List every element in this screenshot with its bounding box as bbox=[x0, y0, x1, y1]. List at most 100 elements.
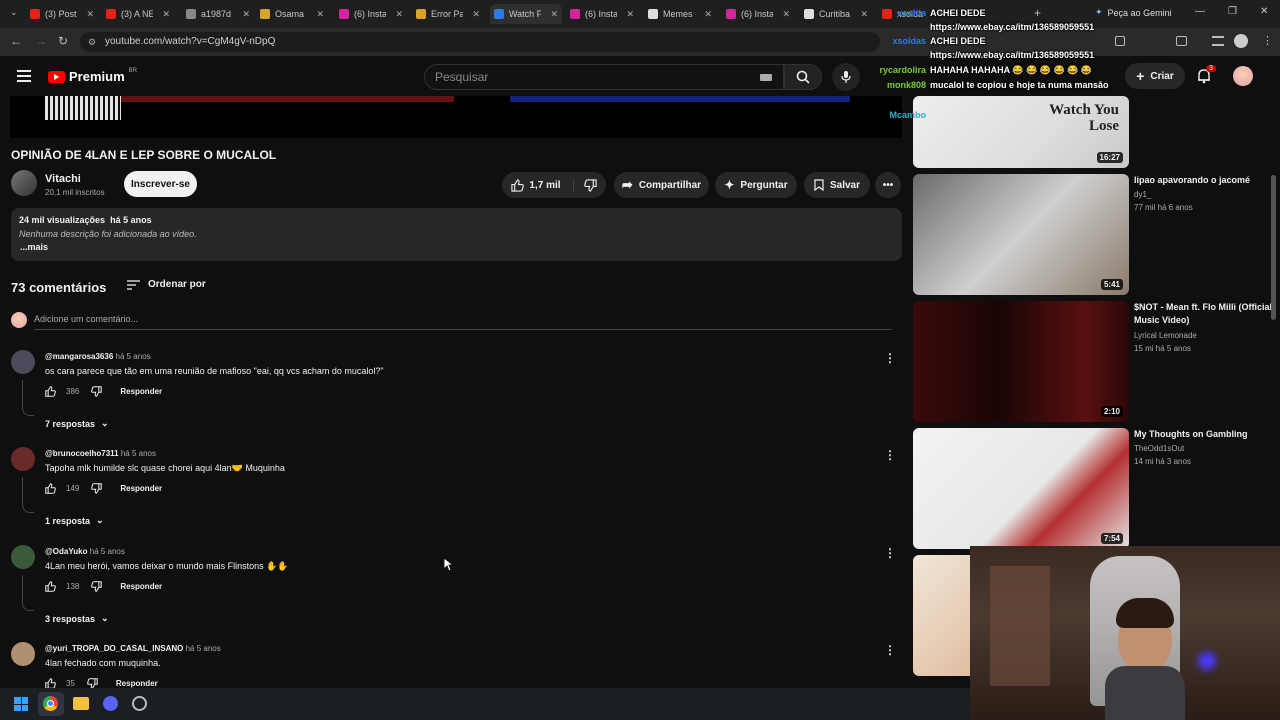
comment-like-button[interactable]: 386 bbox=[45, 386, 79, 397]
add-comment-input[interactable]: Adicione um comentário... bbox=[34, 312, 892, 330]
new-tab-icon[interactable]: + bbox=[1034, 6, 1041, 20]
keyboard-icon[interactable] bbox=[760, 74, 772, 81]
minimize-icon[interactable]: — bbox=[1195, 6, 1205, 17]
browser-tab[interactable]: Watch F ✕ bbox=[490, 4, 562, 24]
comment-menu-icon[interactable]: ⋮ bbox=[884, 643, 896, 657]
view-replies-button[interactable]: 7 respostas ⌄ bbox=[45, 418, 109, 429]
cast-icon[interactable] bbox=[1176, 36, 1187, 46]
site-info-icon[interactable]: ⚙ bbox=[88, 32, 96, 52]
discord-icon[interactable] bbox=[103, 696, 118, 711]
sidebar-video-thumbnail[interactable]: 5:41 bbox=[913, 174, 1129, 295]
gemini-button[interactable]: ✦ Peça ao Gemini bbox=[1095, 7, 1172, 18]
maximize-icon[interactable]: ❐ bbox=[1228, 6, 1237, 17]
hamburger-menu-icon[interactable] bbox=[17, 70, 31, 82]
sidebar-video-thumbnail[interactable]: 7:54 bbox=[913, 428, 1129, 549]
sidebar-video-title[interactable]: $NOT - Mean ft. Flo Milli (Official Musi… bbox=[1134, 301, 1274, 327]
close-window-icon[interactable]: ✕ bbox=[1260, 6, 1268, 17]
channel-avatar[interactable] bbox=[11, 170, 37, 196]
browser-tab[interactable]: (6) Insta ✕ bbox=[722, 4, 794, 24]
sidebar-scrollbar[interactable] bbox=[1271, 175, 1276, 320]
close-tab-icon[interactable]: ✕ bbox=[86, 9, 94, 20]
ask-button[interactable]: ✦ Perguntar bbox=[715, 172, 797, 198]
view-replies-button[interactable]: 3 respostas ⌄ bbox=[45, 613, 109, 624]
like-button[interactable]: 1,7 mil bbox=[511, 178, 574, 192]
search-button[interactable] bbox=[784, 64, 822, 90]
close-tab-icon[interactable]: ✕ bbox=[162, 9, 170, 20]
browser-tab[interactable]: (3) A NE ✕ bbox=[102, 4, 174, 24]
browser-tab[interactable]: (6) Insta ✕ bbox=[566, 4, 638, 24]
video-player[interactable] bbox=[10, 96, 902, 138]
sidebar-video-thumbnail[interactable]: 2:10 bbox=[913, 301, 1129, 422]
comment-menu-icon[interactable]: ⋮ bbox=[884, 448, 896, 462]
close-tab-icon[interactable]: ✕ bbox=[860, 9, 868, 20]
comment-author[interactable]: @brunocoelho7311 bbox=[45, 449, 119, 458]
save-button[interactable]: Salvar bbox=[804, 172, 870, 198]
sidebar-channel-name[interactable]: Lyrical Lemonade bbox=[1134, 331, 1197, 340]
browser-tab[interactable]: Error Pa ✕ bbox=[412, 4, 484, 24]
back-icon[interactable]: ← bbox=[10, 34, 22, 48]
close-tab-icon[interactable]: ✕ bbox=[782, 9, 790, 20]
commenter-avatar[interactable] bbox=[11, 350, 35, 374]
windows-start-icon[interactable] bbox=[14, 697, 28, 711]
sort-button[interactable]: Ordenar por bbox=[127, 279, 206, 290]
more-actions-button[interactable]: ••• bbox=[875, 172, 901, 198]
tab-list-icon[interactable]: ⌄ bbox=[10, 7, 18, 18]
share-button[interactable]: ➦ Compartilhar bbox=[614, 172, 709, 198]
comment-author[interactable]: @mangarosa3636 bbox=[45, 352, 113, 361]
close-tab-icon[interactable]: ✕ bbox=[472, 9, 480, 20]
close-tab-icon[interactable]: ✕ bbox=[316, 9, 324, 20]
forward-icon[interactable]: → bbox=[35, 34, 47, 48]
reply-button[interactable]: Responder bbox=[120, 387, 162, 396]
commenter-avatar[interactable] bbox=[11, 545, 35, 569]
comment-dislike-button[interactable] bbox=[91, 483, 103, 494]
close-tab-icon[interactable]: ✕ bbox=[550, 9, 558, 20]
dislike-button[interactable] bbox=[580, 178, 597, 192]
show-more-link[interactable]: ...mais bbox=[20, 242, 48, 252]
subscribe-button[interactable]: Inscrever-se bbox=[124, 171, 197, 197]
address-bar[interactable]: ⚙ youtube.com/watch?v=CgM4gV-nDpQ bbox=[80, 32, 880, 52]
comment-time[interactable]: há 5 anos bbox=[90, 547, 125, 556]
close-tab-icon[interactable]: ✕ bbox=[395, 9, 403, 20]
close-tab-icon[interactable]: ✕ bbox=[626, 9, 634, 20]
voice-search-button[interactable] bbox=[832, 63, 860, 91]
reply-button[interactable]: Responder bbox=[116, 679, 158, 688]
close-tab-icon[interactable]: ✕ bbox=[242, 9, 250, 20]
comment-author[interactable]: @OdaYuko bbox=[45, 547, 87, 556]
file-explorer-icon[interactable] bbox=[73, 697, 89, 710]
profile-avatar[interactable] bbox=[1234, 34, 1248, 48]
reload-icon[interactable]: ↻ bbox=[58, 34, 68, 48]
reply-button[interactable]: Responder bbox=[120, 582, 162, 591]
commenter-avatar[interactable] bbox=[11, 447, 35, 471]
sidebar-channel-name[interactable]: dy1_ bbox=[1134, 190, 1151, 199]
sidebar-video-thumbnail[interactable]: Watch You Lose 16:27 bbox=[913, 96, 1129, 168]
comment-dislike-button[interactable] bbox=[91, 581, 103, 592]
comment-menu-icon[interactable]: ⋮ bbox=[884, 351, 896, 365]
notifications-button[interactable]: 3 bbox=[1196, 65, 1216, 84]
search-input[interactable]: Pesquisar bbox=[424, 64, 784, 90]
chrome-icon[interactable] bbox=[43, 696, 58, 711]
comment-like-button[interactable]: 138 bbox=[45, 581, 79, 592]
create-button[interactable]: + Criar bbox=[1125, 63, 1185, 89]
commenter-avatar[interactable] bbox=[11, 642, 35, 666]
view-replies-button[interactable]: 1 resposta ⌄ bbox=[45, 515, 104, 526]
browser-tab[interactable]: a1987d ✕ bbox=[182, 4, 254, 24]
reply-button[interactable]: Responder bbox=[120, 484, 162, 493]
browser-tab[interactable]: (6) Insta ✕ bbox=[335, 4, 407, 24]
close-tab-icon[interactable]: ✕ bbox=[704, 9, 712, 20]
comment-time[interactable]: há 5 anos bbox=[116, 352, 151, 361]
channel-name[interactable]: Vitachi bbox=[45, 173, 81, 185]
account-avatar[interactable] bbox=[1233, 66, 1253, 86]
comment-like-button[interactable]: 149 bbox=[45, 483, 79, 494]
comment-menu-icon[interactable]: ⋮ bbox=[884, 546, 896, 560]
youtube-logo[interactable]: Premium BR bbox=[48, 68, 137, 84]
browser-tab[interactable]: (3) Post ✕ bbox=[26, 4, 98, 24]
extensions-icon[interactable] bbox=[1115, 36, 1125, 46]
description-box[interactable]: 24 mil visualizações há 5 anos Nenhuma d… bbox=[11, 208, 902, 261]
comment-dislike-button[interactable] bbox=[91, 386, 103, 397]
reading-list-icon[interactable] bbox=[1212, 36, 1224, 46]
sidebar-video-title[interactable]: lipao apavorando o jacomé bbox=[1134, 174, 1274, 187]
obs-icon[interactable] bbox=[132, 696, 147, 711]
comment-time[interactable]: há 5 anos bbox=[186, 644, 221, 653]
browser-tab[interactable]: Memes ✕ bbox=[644, 4, 716, 24]
menu-dots-icon[interactable]: ⋮ bbox=[1262, 34, 1273, 47]
